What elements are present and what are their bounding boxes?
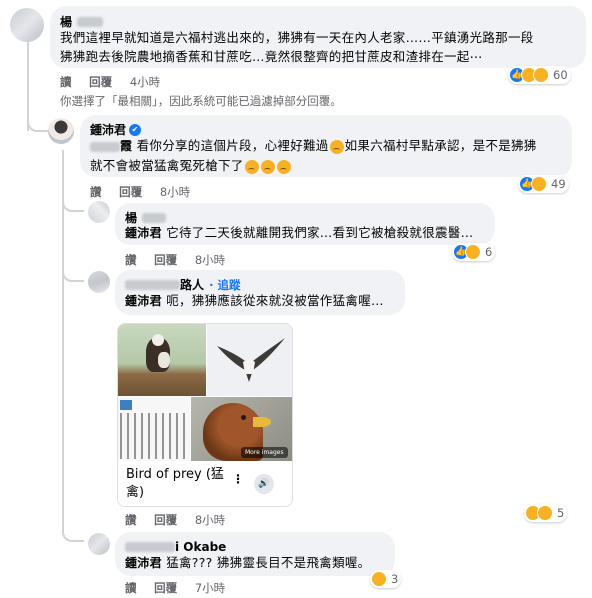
reaction-count: 3 xyxy=(391,572,399,586)
comment-text: 猛禽??? 狒狒靈長目不是飛禽類喔。 xyxy=(166,555,371,570)
comment-bubble: 路人 · 追蹤 鍾沛君 呃，狒狒應該從來就沒被當作猛禽喔… xyxy=(115,270,405,315)
silhouette-chart-image xyxy=(118,397,190,461)
like-button[interactable]: 讀 xyxy=(125,581,137,595)
card-title[interactable]: Bird of prey (猛 xyxy=(126,466,224,484)
eagle-image: More images xyxy=(191,397,292,461)
reply-button[interactable]: 回覆 xyxy=(154,513,177,527)
sad-icon xyxy=(465,244,481,260)
image-search-card[interactable]: More images Bird of prey (猛 禽) ⋮ 🔊 xyxy=(117,323,293,507)
flying-bird-image xyxy=(207,324,292,396)
timestamp[interactable]: 8小時 xyxy=(160,185,190,199)
reaction-count: 5 xyxy=(557,506,565,520)
avatar[interactable] xyxy=(48,118,74,144)
reaction-count: 60 xyxy=(553,68,568,82)
reply-button[interactable]: 回覆 xyxy=(119,185,142,199)
comment-text: 看你分享的這個片段，心裡好難過 xyxy=(136,138,329,153)
angry-icon xyxy=(533,67,549,83)
crying-emoji-icon xyxy=(244,159,259,174)
reaction-count: 49 xyxy=(551,177,566,191)
timestamp[interactable]: 8小時 xyxy=(195,253,225,267)
commenter-name[interactable]: 路人 xyxy=(180,278,204,292)
mention-tag[interactable]: 鍾沛君 xyxy=(125,556,162,570)
comment-bubble: i Okabe 鍾沛君 猛禽??? 狒狒靈長目不是飛禽類喔。 xyxy=(115,532,395,576)
reaction-summary[interactable]: 👍 60 xyxy=(508,66,571,84)
avatar[interactable] xyxy=(88,533,110,555)
verified-badge-icon: ✔ xyxy=(129,123,142,136)
mention-tag[interactable]: 鍾沛君 xyxy=(125,294,162,308)
comment-bubble: 鍾沛君 ✔ 霞 看你分享的這個片段，心裡好難過 如果六福村早點承認，是不是狒狒 就不… xyxy=(80,115,572,177)
haha-icon xyxy=(371,571,387,587)
reply-button[interactable]: 回覆 xyxy=(154,581,177,595)
more-images-label[interactable]: More images xyxy=(241,447,288,458)
filter-notice: 你選擇了「最相關」，因此系統可能已過濾掉部分回覆。 xyxy=(60,94,342,108)
avatar[interactable] xyxy=(88,201,110,223)
crying-emoji-icon xyxy=(329,139,344,154)
comment-text-line2: 狒狒跑去後院農地摘香蕉和甘蔗吃…竟然很整齊的把甘蔗皮和渣排在一起⋯ xyxy=(60,49,483,64)
comment-text: 它待了二天後就離開我們家…看到它被槍殺就很震醫… xyxy=(166,225,474,240)
comment-text: 呃，狒狒應該從來就沒被當作猛禽喔… xyxy=(166,293,384,308)
more-options-icon[interactable]: ⋮ xyxy=(232,472,244,486)
comment-text-line2: 就不會被當猛禽冤死槍下了 xyxy=(90,158,244,173)
like-button[interactable]: 讚 xyxy=(125,513,137,527)
mention-tag[interactable]: 霞 xyxy=(120,139,132,153)
avatar[interactable] xyxy=(88,271,110,293)
timestamp[interactable]: 4小時 xyxy=(130,75,160,89)
commenter-name[interactable]: i Okabe xyxy=(175,540,226,554)
crying-emoji-icon xyxy=(260,159,275,174)
reaction-summary[interactable]: 👍 6 xyxy=(452,243,496,261)
reply-button[interactable]: 回覆 xyxy=(89,75,112,89)
comment-bubble: 楊 鍾沛君 它待了二天後就離開我們家…看到它被槍殺就很震醫… xyxy=(115,203,495,245)
commenter-name[interactable]: 楊 xyxy=(60,15,72,29)
follow-link[interactable]: · 追蹤 xyxy=(209,278,240,292)
card-title-cont[interactable]: 禽) xyxy=(126,484,224,502)
reaction-summary[interactable]: 5 xyxy=(524,504,568,522)
reaction-summary[interactable]: 3 xyxy=(370,570,402,588)
comment-text-line1: 我們這裡早就知道是六福村逃出來的，狒狒有一天在內人老家……平鎮湧光路那一段 xyxy=(60,30,534,45)
comment-bubble: 楊 我們這裡早就知道是六福村逃出來的，狒狒有一天在內人老家……平鎮湧光路那一段 … xyxy=(50,6,586,68)
timestamp[interactable]: 8小時 xyxy=(195,513,225,527)
avatar[interactable] xyxy=(10,8,44,42)
crying-emoji-icon xyxy=(276,159,291,174)
reaction-summary[interactable]: 👍 49 xyxy=(518,175,569,193)
sad-icon xyxy=(531,176,547,192)
reply-button[interactable]: 回覆 xyxy=(154,253,177,267)
osprey-image xyxy=(118,324,206,396)
mention-tag[interactable]: 鍾沛君 xyxy=(125,226,162,240)
speaker-icon[interactable]: 🔊 xyxy=(254,474,274,494)
reaction-count: 6 xyxy=(485,245,493,259)
timestamp[interactable]: 7小時 xyxy=(195,581,225,595)
comment-text-cont: 如果六福村早點承認，是不是狒狒 xyxy=(344,138,537,153)
like-button[interactable]: 讚 xyxy=(125,253,137,267)
like-button[interactable]: 讀 xyxy=(60,75,72,89)
like-button[interactable]: 讚 xyxy=(90,185,102,199)
sad-icon xyxy=(537,505,553,521)
commenter-name[interactable]: 鍾沛君 xyxy=(90,123,126,137)
